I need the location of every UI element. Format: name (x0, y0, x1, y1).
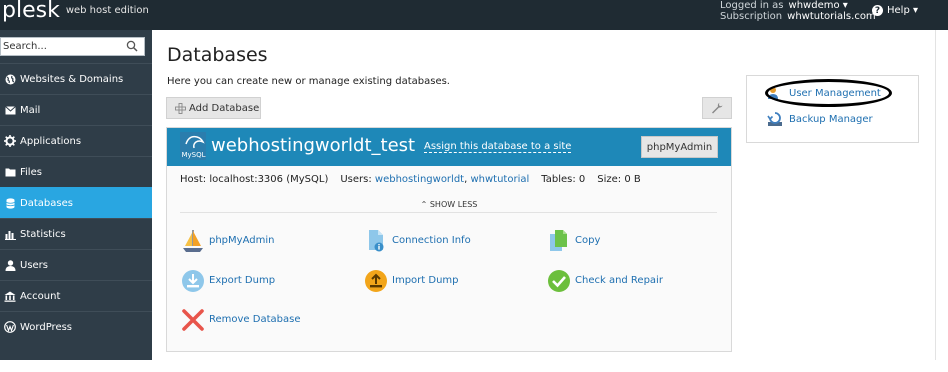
plus-icon (175, 102, 186, 114)
action-label: phpMyAdmin (209, 235, 275, 246)
search-box (0, 37, 145, 56)
user-link-webhostingworldt[interactable]: webhostingworldt (375, 174, 464, 185)
divider (180, 212, 717, 213)
sidebar-item-label: Mail (20, 104, 41, 116)
sidebar-item-label: Applications (20, 135, 82, 147)
sidebar-item-applications[interactable]: Applications (0, 125, 152, 156)
wrench-icon (712, 102, 723, 114)
backup-icon (767, 111, 783, 127)
logged-in-label: Logged in as (720, 0, 784, 11)
action-label: Connection Info (392, 235, 471, 246)
action-label: Import Dump (392, 275, 459, 286)
sidebar-item-account[interactable]: Account (0, 280, 152, 311)
help-label: Help ▾ (887, 5, 918, 16)
action-label: Remove Database (209, 314, 301, 325)
subscription-label: Subscription (720, 11, 783, 22)
database-name[interactable]: webhostingworldt_test (211, 135, 415, 156)
sidebar-item-files[interactable]: Files (0, 156, 152, 187)
page-description: Here you can create new or manage existi… (167, 76, 450, 87)
mail-icon (4, 104, 16, 116)
database-size: Size: 0 B (597, 174, 641, 185)
user-management-label: User Management (789, 87, 881, 99)
sidebar: Websites & Domains Mail Applications Fil… (0, 30, 152, 360)
action-import-dump[interactable]: Import Dump (363, 268, 459, 293)
account-info: Logged in as whwdemo ▾ Subscription whwt… (720, 0, 876, 22)
mysql-logo-icon: MySQL (180, 132, 206, 160)
host-info: Host: localhost:3306 (MySQL) (180, 174, 329, 185)
action-phpmyadmin[interactable]: phpMyAdmin (180, 228, 274, 253)
phpmyadmin-icon (180, 228, 205, 253)
copy-icon (546, 228, 571, 253)
database-info: Host: localhost:3306 (MySQL) Users: webh… (180, 174, 641, 185)
connection-info-icon (363, 228, 388, 253)
database-icon (4, 197, 16, 209)
check-icon (546, 268, 571, 293)
phpmyadmin-button[interactable]: phpMyAdmin (641, 136, 718, 158)
user-menu[interactable]: whwdemo ▾ (789, 0, 848, 11)
action-connection-info[interactable]: Connection Info (363, 228, 471, 253)
assign-database-link[interactable]: Assign this database to a site (424, 141, 572, 153)
scrollbar[interactable] (935, 30, 948, 360)
search-icon[interactable] (126, 40, 138, 52)
brand[interactable]: plesk web host edition (2, 0, 149, 30)
users-info: Users: webhostingworldt, whwtutorial (340, 174, 529, 185)
action-label: Check and Repair (575, 275, 663, 286)
page-title: Databases (167, 44, 268, 66)
action-label: Export Dump (209, 275, 276, 286)
users-label: Users: (340, 174, 372, 185)
user-link-whwtutorial[interactable]: whwtutorial (470, 174, 529, 185)
tables-count: Tables: 0 (541, 174, 586, 185)
help-icon: ? (872, 5, 883, 16)
add-database-label: Add Database (189, 102, 260, 114)
sidebar-item-label: Websites & Domains (20, 73, 124, 85)
user-separator: , (464, 174, 468, 185)
sidebar-item-label: Databases (20, 197, 73, 209)
import-icon (363, 268, 388, 293)
plesk-logo: plesk (2, 0, 60, 23)
action-copy[interactable]: Copy (546, 228, 600, 253)
action-label: Copy (575, 235, 601, 246)
backup-manager-label: Backup Manager (789, 113, 873, 125)
database-card: MySQL webhostingworldt_test Assign this … (166, 127, 732, 352)
sidebar-item-statistics[interactable]: Statistics (0, 218, 152, 249)
add-database-button[interactable]: Add Database (166, 97, 261, 119)
gear-icon (4, 135, 16, 147)
show-less-label: ⌃ SHOW LESS (416, 200, 482, 209)
sidebar-item-wordpress[interactable]: WordPress (0, 311, 152, 342)
sidebar-item-label: Files (20, 166, 42, 178)
action-check-and-repair[interactable]: Check and Repair (546, 268, 663, 293)
users-group-icon (767, 85, 783, 101)
sidebar-item-label: WordPress (20, 321, 73, 333)
backup-manager-link[interactable]: Backup Manager (767, 111, 873, 127)
subscription-menu[interactable]: whwtutorials.com (787, 11, 876, 22)
account-icon (4, 290, 16, 302)
sidebar-item-websites-domains[interactable]: Websites & Domains (0, 63, 152, 94)
search-input[interactable] (1, 38, 119, 55)
sidebar-nav: Websites & Domains Mail Applications Fil… (0, 63, 152, 342)
globe-icon (4, 73, 16, 85)
folder-icon (4, 166, 16, 178)
top-bar: plesk web host edition Logged in as whwd… (0, 0, 948, 30)
sidebar-item-users[interactable]: Users (0, 249, 152, 280)
svg-text:MySQL: MySQL (182, 151, 206, 159)
export-icon (180, 268, 205, 293)
sidebar-item-label: Account (20, 290, 61, 302)
help-menu[interactable]: ? Help ▾ (872, 5, 918, 16)
wordpress-icon (4, 321, 16, 333)
action-export-dump[interactable]: Export Dump (180, 268, 275, 293)
database-header: MySQL webhostingworldt_test Assign this … (167, 128, 731, 166)
user-management-link[interactable]: User Management (767, 85, 881, 101)
sidebar-item-databases[interactable]: Databases (0, 187, 152, 218)
tools-button[interactable] (702, 97, 732, 119)
bar-chart-icon (4, 228, 16, 240)
sidebar-item-label: Users (20, 259, 49, 271)
remove-icon (180, 307, 205, 332)
brand-edition: web host edition (65, 4, 149, 16)
sidebar-item-mail[interactable]: Mail (0, 94, 152, 125)
user-icon (4, 259, 16, 271)
sidebar-item-label: Statistics (20, 228, 66, 240)
show-less-toggle[interactable]: ⌃ SHOW LESS (167, 200, 731, 209)
action-remove-database[interactable]: Remove Database (180, 307, 300, 332)
